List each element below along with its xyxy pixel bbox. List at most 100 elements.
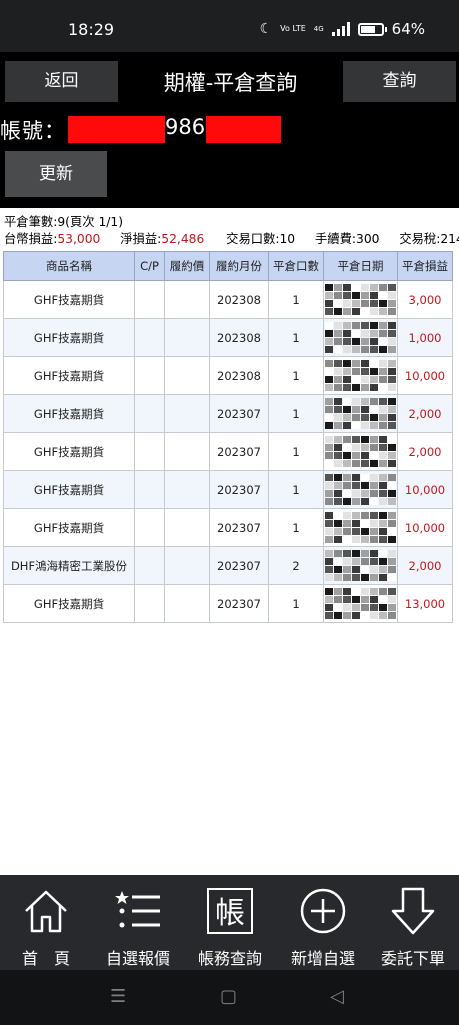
cell-strike [164, 394, 210, 433]
back-button[interactable]: 返回 [5, 61, 118, 102]
page-title: 期權-平倉查詢 [163, 71, 298, 95]
net-pl-label: 淨損益: [120, 232, 162, 246]
nav-label-account: 帳務查詢 [197, 949, 262, 968]
redacted-date-mosaic [325, 398, 396, 429]
cell-pl: 2,000 [397, 394, 453, 433]
cell-date [323, 356, 398, 395]
home-square-icon[interactable]: ▢ [220, 986, 237, 1007]
redacted-date-mosaic [325, 436, 396, 467]
net-pl-value: 52,486 [161, 232, 205, 246]
cell-product: GHF技嘉期貨 [3, 280, 135, 319]
battery-percent: 64% [391, 20, 425, 38]
refresh-button[interactable]: 更新 [5, 151, 107, 197]
col-header-strike[interactable]: 履約價 [164, 251, 210, 281]
nav-label-order: 委託下單 [380, 949, 445, 968]
nav-label-add-watch: 新增自選 [290, 949, 355, 968]
cell-qty: 1 [268, 432, 324, 471]
cell-month: 202307 [209, 470, 269, 509]
table-row[interactable]: GHF技嘉期貨 202307 1 10,000 [3, 470, 453, 509]
cell-product: GHF技嘉期貨 [3, 318, 135, 357]
nav-item-order[interactable]: 委託下單 [367, 875, 459, 970]
add-circle-icon [300, 888, 346, 934]
table-row[interactable]: GHF技嘉期貨 202307 1 2,000 [3, 394, 453, 433]
table-row[interactable]: GHF技嘉期貨 202308 1 3,000 [3, 280, 453, 319]
redacted-date-mosaic [325, 474, 396, 505]
table-row[interactable]: DHF鴻海精密工業股份 202307 2 2,000 [3, 546, 453, 585]
col-header-pl[interactable]: 平倉損益 [397, 251, 453, 281]
cell-date [323, 470, 398, 509]
nav-item-home[interactable]: 首 頁 [0, 875, 92, 970]
table-row[interactable]: GHF技嘉期貨 202308 1 10,000 [3, 356, 453, 395]
account-label: 帳號： [0, 119, 66, 143]
nav-label-watchlist: 自選報價 [105, 949, 170, 968]
table-row[interactable]: GHF技嘉期貨 202307 1 13,000 [3, 584, 453, 623]
status-icons: ☾ Vo LTE 4G 64% [260, 20, 425, 38]
twd-pl-label: 台幣損益: [4, 232, 58, 246]
cell-qty: 1 [268, 584, 324, 623]
cell-qty: 1 [268, 394, 324, 433]
cell-strike [164, 432, 210, 471]
cell-strike [164, 280, 210, 319]
cell-date [323, 508, 398, 547]
table-header-row: 商品名稱 C/P 履約價 履約月份 平倉口數 平倉日期 平倉損益 [3, 251, 453, 281]
cell-pl: 2,000 [397, 546, 453, 585]
cell-cp [134, 356, 165, 395]
table-row[interactable]: GHF技嘉期貨 202307 1 2,000 [3, 432, 453, 471]
col-header-product[interactable]: 商品名稱 [3, 251, 135, 281]
home-icon [25, 890, 67, 933]
cell-qty: 1 [268, 470, 324, 509]
table-row[interactable]: GHF技嘉期貨 202307 1 10,000 [3, 508, 453, 547]
summary-totals: 台幣損益:53,000 淨損益:52,486 交易口數:10 手續費:300 交… [4, 231, 459, 248]
cell-pl: 10,000 [397, 508, 453, 547]
cell-date [323, 394, 398, 433]
cell-date [323, 546, 398, 585]
twd-pl-value: 53,000 [57, 232, 101, 246]
cell-strike [164, 584, 210, 623]
status-bar: 18:29 ☾ Vo LTE 4G 64% [0, 0, 459, 52]
redacted-date-mosaic [325, 512, 396, 543]
cell-cp [134, 546, 165, 585]
cell-date [323, 318, 398, 357]
cell-product: DHF鴻海精密工業股份 [3, 546, 135, 585]
nav-item-watchlist[interactable]: 自選報價 [92, 875, 184, 970]
network-type: 4G [313, 25, 324, 33]
system-nav-bar: ☰ ▢ ◁ [0, 970, 459, 1025]
menu-icon[interactable]: ☰ [110, 986, 126, 1007]
cell-date [323, 280, 398, 319]
cell-product: GHF技嘉期貨 [3, 432, 135, 471]
signal-icon [331, 22, 350, 36]
cell-qty: 2 [268, 546, 324, 585]
cell-month: 202308 [209, 318, 269, 357]
cell-cp [134, 394, 165, 433]
fee: 手續費:300 [314, 232, 380, 246]
cell-pl: 1,000 [397, 318, 453, 357]
nav-item-account[interactable]: 帳 帳務查詢 [184, 875, 276, 970]
cell-pl: 2,000 [397, 432, 453, 471]
cell-strike [164, 356, 210, 395]
cell-qty: 1 [268, 318, 324, 357]
nav-item-add-watch[interactable]: 新增自選 [277, 875, 369, 970]
cell-month: 202307 [209, 584, 269, 623]
tax: 交易稅:214 [399, 232, 459, 246]
cell-pl: 10,000 [397, 356, 453, 395]
cell-pl: 3,000 [397, 280, 453, 319]
col-header-qty[interactable]: 平倉口數 [268, 251, 324, 281]
query-button[interactable]: 查詢 [343, 61, 456, 102]
nav-label-home: 首 頁 [21, 949, 70, 968]
cell-strike [164, 508, 210, 547]
record-count: 平倉筆數:9(頁次 1/1) [4, 215, 124, 229]
volte-icon: Vo LTE [280, 24, 306, 33]
back-triangle-icon[interactable]: ◁ [330, 986, 344, 1007]
ledger-icon: 帳 [207, 888, 253, 934]
account-redaction [68, 116, 165, 143]
cell-cp [134, 470, 165, 509]
cell-cp [134, 584, 165, 623]
col-header-cp[interactable]: C/P [134, 251, 165, 281]
cell-strike [164, 318, 210, 357]
col-header-date[interactable]: 平倉日期 [323, 251, 398, 281]
col-header-month[interactable]: 履約月份 [209, 251, 269, 281]
cell-strike [164, 546, 210, 585]
table-row[interactable]: GHF技嘉期貨 202308 1 1,000 [3, 318, 453, 357]
cell-product: GHF技嘉期貨 [3, 470, 135, 509]
bottom-nav: 首 頁 自選報價 帳 帳務查詢 新增自選 委託下單 [0, 875, 459, 970]
